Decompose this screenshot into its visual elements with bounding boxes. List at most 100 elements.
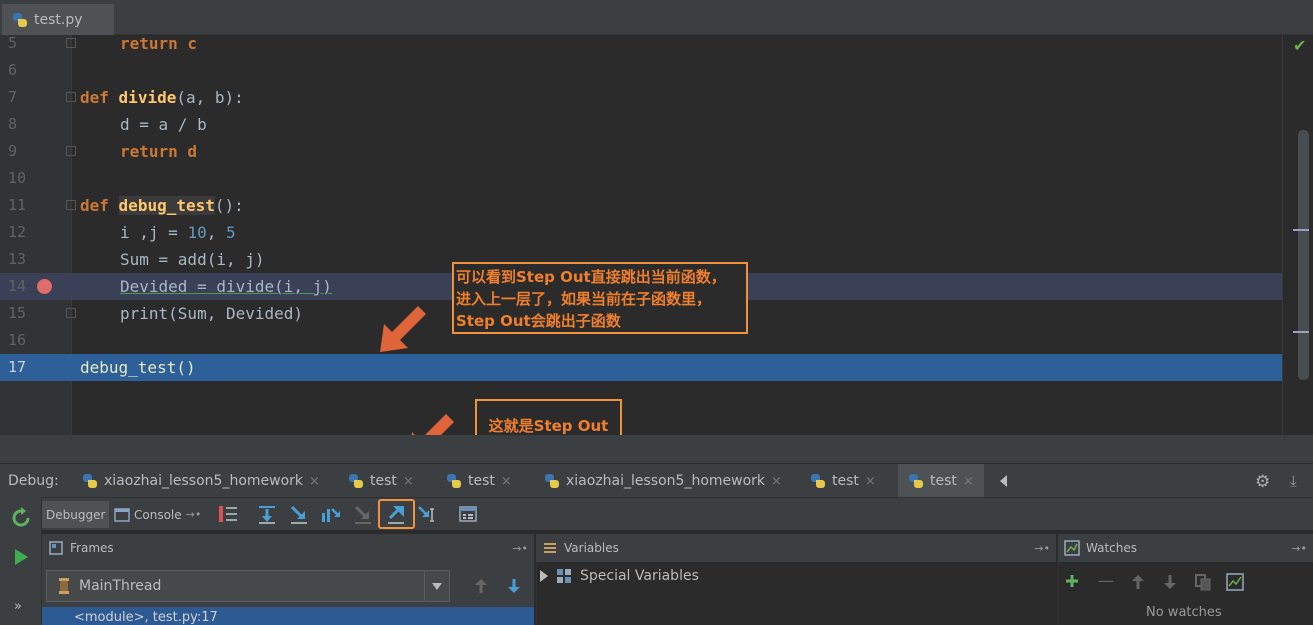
debug-session-tab[interactable]: test × (810, 464, 876, 498)
special-variables-icon (557, 569, 571, 583)
copy-icon[interactable] (1194, 573, 1212, 591)
code-text: def debug_test(): (80, 192, 244, 219)
fold-marker-icon[interactable] (66, 92, 76, 102)
code-token: 5 (225, 223, 236, 242)
frame-row[interactable]: <module>, test.py:17 (42, 607, 534, 625)
run-to-cursor-icon[interactable] (417, 503, 439, 525)
ide-window: test.py 5 return c 6 7 def divide(a, b):… (0, 0, 1313, 625)
evaluate-expression-icon[interactable] (457, 503, 479, 525)
add-watch-icon[interactable] (1064, 572, 1084, 592)
arrow-down-icon[interactable] (1162, 574, 1178, 590)
debug-tab-label: test (930, 473, 957, 489)
pin-icon[interactable]: →• (1291, 542, 1307, 555)
debug-session-tab-active[interactable]: test × (898, 464, 984, 498)
variable-row[interactable]: Special Variables (540, 568, 699, 584)
annotation-callout: 可以看到Step Out直接跳出当前函数， 进入上一层了，如果当前在子函数里， … (452, 262, 748, 334)
gear-icon[interactable]: ⚙ (1255, 472, 1270, 492)
function-name: debug_test (118, 196, 215, 215)
resume-icon[interactable] (11, 547, 31, 567)
fold-marker-icon[interactable] (66, 200, 76, 210)
code-text: return c (120, 30, 197, 57)
panel-title: Frames (70, 541, 114, 555)
tabs-overflow-icon[interactable] (1000, 475, 1007, 487)
python-run-icon (82, 473, 98, 489)
step-into-icon[interactable] (288, 503, 310, 525)
fold-marker-icon[interactable] (66, 38, 76, 48)
hide-panel-icon[interactable]: ⤓ (1290, 472, 1297, 490)
marker-stripe[interactable] (1293, 229, 1309, 231)
tab-debugger[interactable]: Debugger (42, 501, 110, 528)
variables-icon (544, 543, 556, 553)
line-number: 9 (8, 142, 18, 160)
code-text: Sum = add(i, j) (120, 250, 265, 269)
fold-marker-icon[interactable] (66, 146, 76, 156)
step-over-icon[interactable] (256, 503, 278, 525)
remove-watch-icon[interactable]: — (1098, 571, 1114, 590)
line-number: 6 (8, 61, 18, 79)
step-into-my-code-icon[interactable] (320, 503, 342, 525)
python-run-icon (544, 473, 560, 489)
debug-tab-label: xiaozhai_lesson5_homework (104, 473, 304, 489)
thread-name: MainThread (79, 578, 162, 594)
line-number: 13 (8, 250, 27, 268)
variable-name: Special Variables (580, 568, 699, 584)
python-run-icon (908, 473, 924, 489)
annotation-arrow-icon (380, 306, 426, 352)
arrow-down-icon[interactable] (505, 577, 523, 595)
pin-icon[interactable]: →• (186, 508, 202, 521)
code-text: i ,j = 10, 5 (120, 219, 236, 246)
more-actions-icon[interactable]: » (14, 599, 22, 614)
code-line: 12 i ,j = 10, 5 (0, 219, 1313, 246)
rerun-icon[interactable] (10, 507, 32, 529)
pin-icon[interactable]: →• (512, 542, 528, 555)
close-icon[interactable]: × (771, 474, 782, 489)
debug-session-tab[interactable]: xiaozhai_lesson5_homework × (82, 464, 320, 498)
arrow-up-icon[interactable] (472, 577, 490, 595)
close-icon[interactable]: × (501, 474, 512, 489)
show-execution-point-icon[interactable] (217, 503, 239, 525)
editor-bottom-strip (0, 435, 1313, 463)
python-file-icon (12, 12, 28, 28)
watches-chart-icon[interactable] (1226, 573, 1244, 591)
function-name: divide (118, 88, 177, 107)
close-icon[interactable]: × (309, 474, 320, 489)
line-number: 14 (8, 277, 27, 295)
code-line: 9 return d (0, 138, 1313, 165)
expand-icon[interactable] (540, 570, 548, 582)
debug-session-tab[interactable]: test × (446, 464, 512, 498)
step-out-icon[interactable] (385, 503, 407, 525)
debug-tab-label: test (832, 473, 859, 489)
callout-line: 进入上一层了，如果当前在子函数里， (456, 290, 712, 308)
frames-icon (49, 541, 63, 555)
code-token: 10 (187, 223, 207, 242)
code-text: debug_test() (80, 358, 196, 377)
current-execution-line: 17 debug_test() (0, 354, 1296, 381)
close-icon[interactable]: × (963, 474, 974, 489)
pin-icon[interactable]: →• (1034, 542, 1050, 555)
tab-console[interactable]: Console →• (114, 501, 201, 528)
force-step-into-icon[interactable] (352, 503, 374, 525)
code-text: return d (120, 142, 198, 161)
editor-scrollbar[interactable] (1298, 130, 1309, 380)
debug-session-tab[interactable]: xiaozhai_lesson5_homework × (544, 464, 782, 498)
arrow-up-icon[interactable] (1130, 574, 1146, 590)
code-text: d = a / b (120, 115, 207, 134)
close-icon[interactable]: × (865, 474, 876, 489)
fold-marker-icon[interactable] (66, 308, 76, 318)
thread-selector[interactable]: MainThread (46, 570, 450, 602)
line-number: 5 (8, 34, 18, 52)
debug-session-tab[interactable]: test × (348, 464, 414, 498)
code-token: i ,j = (120, 223, 188, 242)
frames-panel-header: Frames →• (42, 534, 534, 562)
line-number: 10 (8, 169, 27, 187)
breakpoint-icon[interactable] (37, 279, 52, 294)
callout-line: 可以看到Step Out直接跳出当前函数， (456, 268, 726, 286)
panel-title: Variables (564, 541, 619, 555)
python-run-icon (348, 473, 364, 489)
chevron-down-icon[interactable] (424, 571, 449, 601)
marker-stripe[interactable] (1293, 331, 1309, 333)
close-icon[interactable]: × (403, 474, 414, 489)
debug-tab-label: xiaozhai_lesson5_homework (566, 473, 766, 489)
code-line: 5 return c (0, 30, 1313, 57)
line-number: 8 (8, 115, 18, 133)
